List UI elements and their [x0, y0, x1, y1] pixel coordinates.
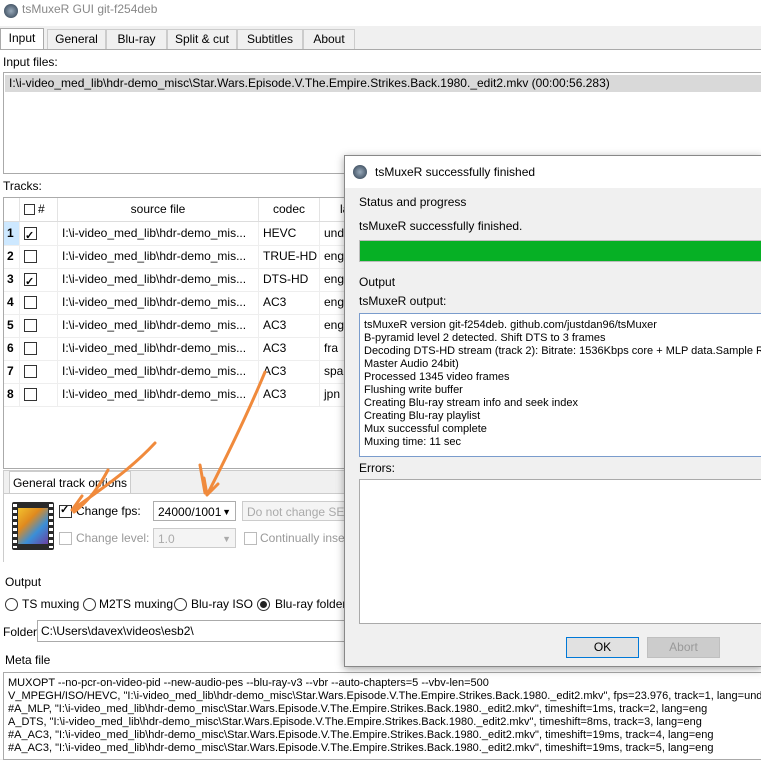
arrow-to-fps-checkbox: [70, 441, 157, 512]
arrow-to-fps-select: [202, 370, 267, 497]
annotation-arrows: [70, 370, 267, 514]
